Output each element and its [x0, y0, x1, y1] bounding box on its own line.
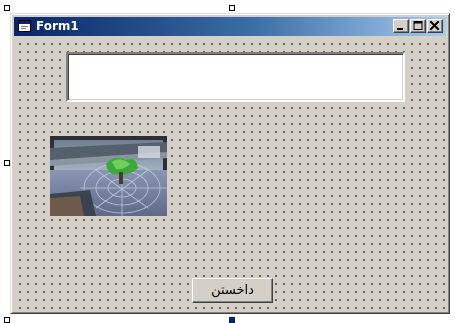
window-title: Form1 — [36, 19, 79, 33]
minimize-button[interactable] — [393, 19, 409, 33]
resize-handle-top-left[interactable] — [4, 5, 10, 11]
text-input[interactable] — [66, 52, 405, 102]
resize-handle-top-center[interactable] — [229, 5, 235, 11]
form-window: Form1 داخستن — [10, 13, 450, 314]
maximize-icon — [413, 21, 423, 30]
form-client-area: داخستن — [14, 38, 446, 310]
resize-handle-bottom-left[interactable] — [4, 317, 10, 323]
maximize-button[interactable] — [410, 19, 426, 33]
minimize-icon — [397, 28, 403, 30]
close-button[interactable] — [427, 19, 443, 33]
form-icon — [18, 20, 31, 32]
resize-handle-bottom-center[interactable] — [229, 317, 235, 323]
title-bar[interactable]: Form1 — [14, 17, 446, 36]
picture-image — [50, 136, 167, 216]
close-icon — [429, 20, 440, 31]
picture-box[interactable] — [50, 136, 167, 216]
command-button[interactable]: داخستن — [192, 278, 273, 303]
